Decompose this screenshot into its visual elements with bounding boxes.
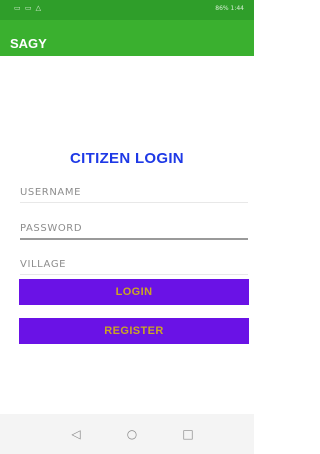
recents-icon[interactable]: □ (178, 424, 198, 444)
register-button[interactable]: REGISTER (19, 318, 249, 344)
login-title: CITIZEN LOGIN (70, 150, 184, 167)
app-title: SAGY (10, 36, 47, 51)
status-bar: ▭ ▭ △ 86% 1:44 (0, 0, 254, 20)
village-field-container (20, 254, 248, 275)
status-battery-time: 86% 1:44 (215, 5, 244, 12)
status-icons: ▭ ▭ △ (14, 4, 43, 12)
navigation-bar: ◁ ○ □ (0, 414, 254, 454)
back-icon[interactable]: ◁ (66, 424, 86, 444)
login-button-label: LOGIN (115, 286, 153, 298)
username-field[interactable] (20, 182, 248, 202)
password-field[interactable] (20, 218, 248, 238)
app-bar: SAGY (0, 20, 254, 56)
password-field-container (20, 218, 248, 240)
username-field-container (20, 182, 248, 203)
register-button-label: REGISTER (104, 325, 164, 337)
home-icon[interactable]: ○ (122, 424, 142, 444)
village-field[interactable] (20, 254, 248, 274)
login-button[interactable]: LOGIN (19, 279, 249, 305)
